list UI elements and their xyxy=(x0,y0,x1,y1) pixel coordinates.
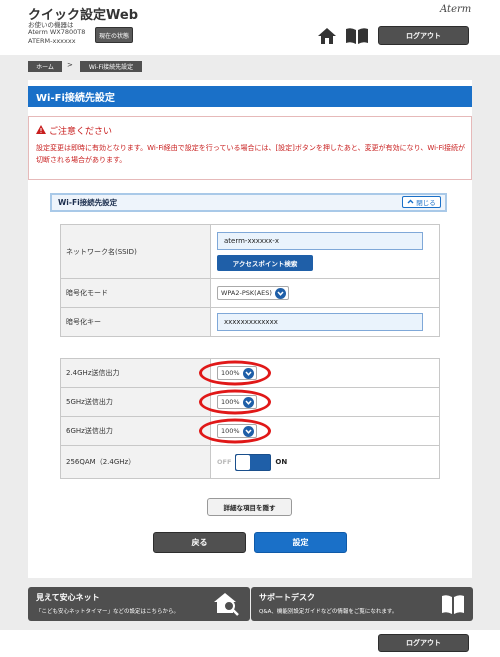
logout-button-top[interactable]: ログアウト xyxy=(378,26,469,45)
section-header: Wi-Fi接続先設定 xyxy=(50,193,447,212)
banner-mieru-anshin-net[interactable]: 見えて安心ネット 「こども安心ネットタイマー」などの設定はこちらから。 xyxy=(28,587,250,621)
tx24-select-value: 100% xyxy=(221,369,240,377)
collapse-label: 閉じる xyxy=(416,199,436,207)
tx5-row: 5GHz送信出力 100% xyxy=(60,387,440,417)
tx24-label: 2.4GHz送信出力 xyxy=(60,358,211,388)
encryption-label: 暗号化モード xyxy=(60,278,211,308)
current-status-button[interactable]: 現在の状態 xyxy=(95,27,133,43)
tx5-label: 5GHz送信出力 xyxy=(60,387,211,417)
encryption-key-input[interactable]: xxxxxxxxxxxxx xyxy=(217,313,423,331)
warning-icon xyxy=(36,124,46,137)
apply-button[interactable]: 設定 xyxy=(254,532,347,553)
toggle-on-label: ON xyxy=(275,458,288,466)
section-title: Wi-Fi接続先設定 xyxy=(58,198,118,207)
breadcrumb-current: Wi-Fi接続先設定 xyxy=(80,61,142,72)
banner-support-desk[interactable]: サポートデスク Q&A、機能別設定ガイドなどの情報をご覧になれます。 xyxy=(251,587,473,621)
chevron-down-icon xyxy=(242,367,254,379)
back-button[interactable]: 戻る xyxy=(153,532,246,553)
hide-details-button[interactable]: 詳細な項目を隠す xyxy=(207,498,292,516)
caution-body: 設定変更は即時に有効となります。Wi-Fi経由で設定を行っている場合には、[設定… xyxy=(36,144,466,164)
breadcrumb-separator: > xyxy=(67,61,73,69)
tx5-cell: 100% xyxy=(199,387,440,417)
caution-title-text: ご注意ください xyxy=(49,127,113,137)
key-cell: xxxxxxxxxxxxx xyxy=(210,307,440,337)
banner-subtitle: 「こども安心ネットタイマー」などの設定はこちらから。 xyxy=(36,609,180,615)
access-point-search-button[interactable]: アクセスポイント検索 xyxy=(217,255,313,271)
tx5-select-value: 100% xyxy=(221,398,240,406)
caution-title: ご注意ください xyxy=(36,124,112,137)
home-icon[interactable] xyxy=(317,27,337,45)
book-icon xyxy=(441,593,465,615)
banner-subtitle: Q&A、機能別設定ガイドなどの情報をご覧になれます。 xyxy=(259,609,398,615)
tx24-select[interactable]: 100% xyxy=(217,366,257,380)
toggle-knob[interactable] xyxy=(236,454,251,470)
ssid-label: ネットワーク名(SSID) xyxy=(60,224,211,279)
qam-cell: OFF ON xyxy=(210,445,440,479)
collapse-section-button[interactable]: 閉じる xyxy=(402,196,441,208)
qam-row: 256QAM（2.4GHz） OFF ON xyxy=(60,445,440,479)
tx24-row: 2.4GHz送信出力 100% xyxy=(60,358,440,388)
tx6-cell: 100% xyxy=(199,416,440,446)
device-ssid: ATERM-xxxxxx xyxy=(28,37,76,45)
toggle-track[interactable] xyxy=(235,453,272,471)
tx6-select-value: 100% xyxy=(221,427,240,435)
wifi-settings-table: ネットワーク名(SSID) aterm-xxxxxx-x アクセスポイント検索 … xyxy=(60,224,440,337)
page-title: Wi-Fi接続先設定 xyxy=(28,86,472,107)
tx-power-table: 2.4GHz送信出力 100% 5GHz送信出力 100% 6GHz送信出力 1… xyxy=(60,358,440,479)
banner-title: 見えて安心ネット xyxy=(36,593,100,602)
tx5-select[interactable]: 100% xyxy=(217,395,257,409)
encryption-row: 暗号化モード WPA2-PSK(AES) xyxy=(60,278,440,308)
encryption-select[interactable]: WPA2-PSK(AES) xyxy=(217,286,289,300)
logout-button-bottom[interactable]: ログアウト xyxy=(378,634,469,652)
key-label: 暗号化キー xyxy=(60,307,211,337)
chevron-down-icon xyxy=(242,425,254,437)
qam-toggle[interactable]: OFF ON xyxy=(217,453,288,471)
chevron-up-icon xyxy=(407,198,414,206)
breadcrumb-home[interactable]: ホーム xyxy=(28,61,62,72)
ssid-input[interactable]: aterm-xxxxxx-x xyxy=(217,232,423,250)
encryption-select-value: WPA2-PSK(AES) xyxy=(221,289,272,297)
device-model: Aterm WX7800T8 xyxy=(28,28,86,36)
encryption-cell: WPA2-PSK(AES) xyxy=(210,278,440,308)
banner-title: サポートデスク xyxy=(259,593,315,602)
tx6-label: 6GHz送信出力 xyxy=(60,416,211,446)
tx6-select[interactable]: 100% xyxy=(217,424,257,438)
chevron-down-icon xyxy=(274,287,286,299)
manual-book-icon[interactable] xyxy=(345,27,369,45)
ssid-cell: aterm-xxxxxx-x アクセスポイント検索 xyxy=(210,224,440,279)
toggle-off-label: OFF xyxy=(217,458,232,466)
chevron-down-icon xyxy=(242,396,254,408)
tx24-cell: 100% xyxy=(199,358,440,388)
ssid-row: ネットワーク名(SSID) aterm-xxxxxx-x アクセスポイント検索 xyxy=(60,224,440,279)
aterm-logo: Aterm xyxy=(440,4,472,15)
home-security-icon xyxy=(214,591,240,617)
qam-label: 256QAM（2.4GHz） xyxy=(60,445,211,479)
tx6-row: 6GHz送信出力 100% xyxy=(60,416,440,446)
key-row: 暗号化キー xxxxxxxxxxxxx xyxy=(60,307,440,337)
